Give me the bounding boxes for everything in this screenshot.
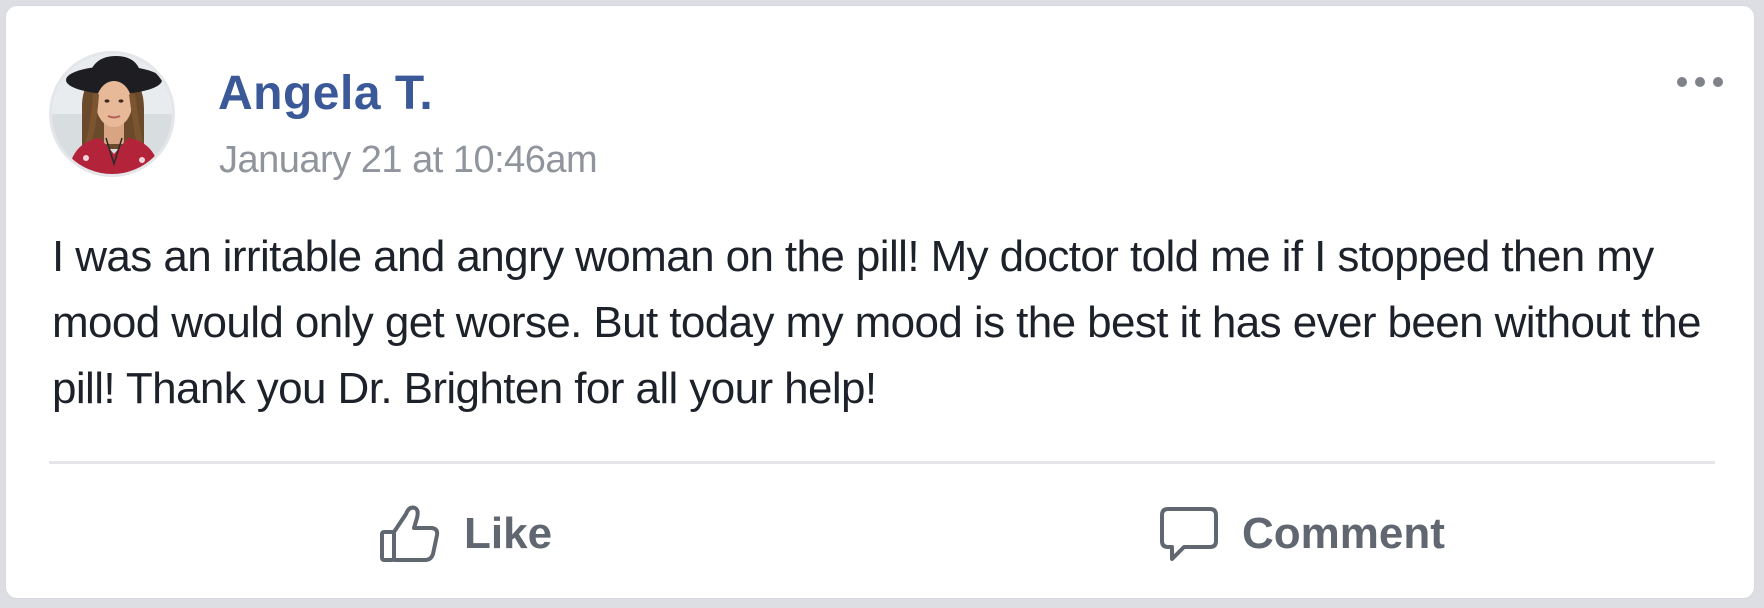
like-button[interactable]: Like — [378, 496, 552, 572]
more-options-button[interactable] — [1670, 66, 1730, 98]
thumbs-up-icon — [380, 505, 440, 562]
more-dots-icon — [1677, 77, 1723, 87]
post-body: I was an irritable and angry woman on th… — [52, 232, 1701, 413]
speech-bubble-icon — [1160, 507, 1218, 561]
comment-label: Comment — [1242, 509, 1445, 558]
comment-button[interactable]: Comment — [1158, 496, 1445, 572]
avatar-photo — [52, 54, 172, 174]
avatar[interactable] — [49, 51, 175, 177]
action-divider — [49, 461, 1715, 464]
like-label: Like — [464, 509, 553, 558]
post-card: Angela T. January 21 at 10:46am I was an… — [5, 5, 1755, 599]
author-name[interactable]: Angela T. — [218, 64, 433, 124]
post-timestamp[interactable]: January 21 at 10:46am — [219, 136, 598, 184]
